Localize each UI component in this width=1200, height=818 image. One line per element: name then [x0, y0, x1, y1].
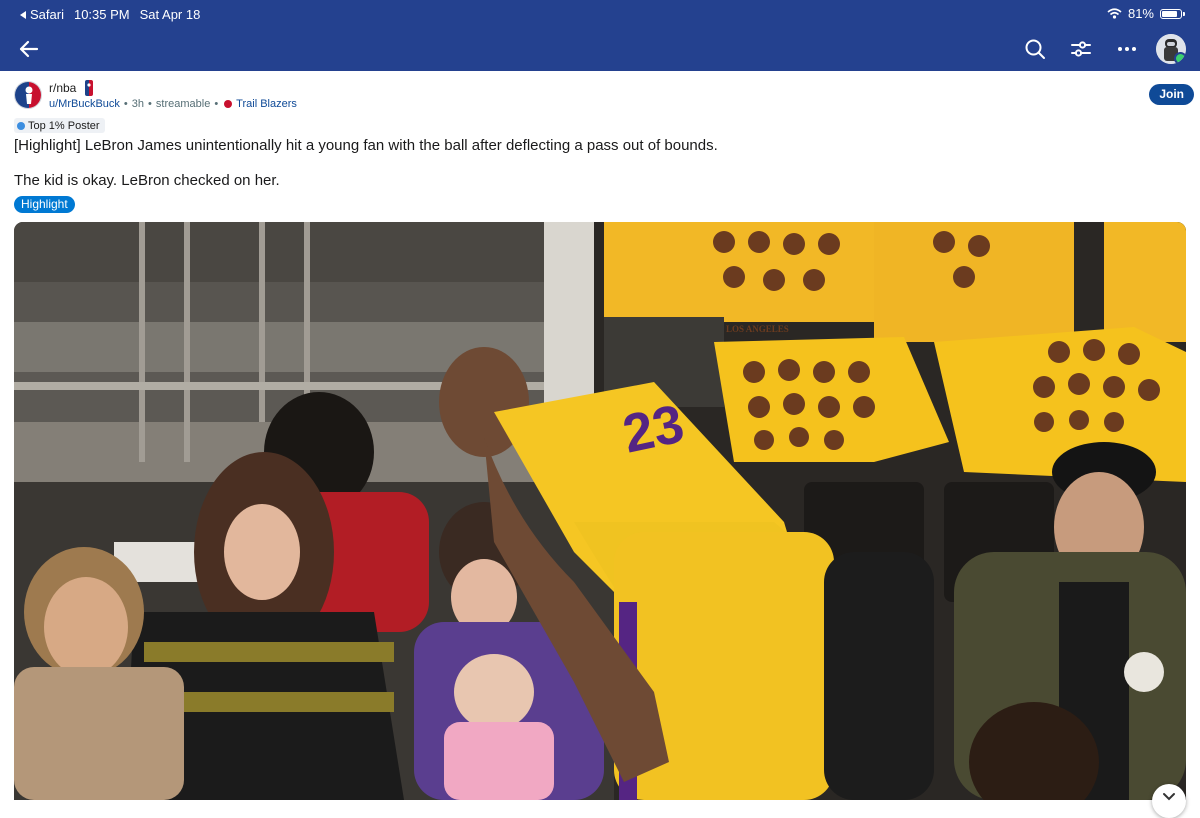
filter-button[interactable] [1064, 32, 1098, 66]
app-header: Safari 10:35 PM Sat Apr 18 81% [0, 0, 1200, 71]
status-date: Sat Apr 18 [139, 7, 201, 22]
join-button[interactable]: Join [1149, 84, 1194, 105]
shirt-print-text: LOS ANGELES [726, 324, 789, 334]
jersey-number: 23 [618, 393, 689, 464]
separator-dot: • [148, 98, 152, 110]
post-header: r/nba u/MrBuckBuck • 3h • streamable • T… [14, 80, 1194, 120]
chevron-down-icon [1163, 793, 1175, 801]
user-avatar[interactable] [1156, 34, 1186, 64]
wifi-icon [1107, 8, 1122, 19]
video-player[interactable]: LOS ANGELES 23 [14, 222, 1186, 800]
trail-blazers-icon [224, 100, 233, 108]
scroll-down-button[interactable] [1152, 784, 1186, 818]
status-time: 10:35 PM [73, 7, 130, 22]
nba-logo-icon [15, 82, 41, 108]
post-meta: u/MrBuckBuck • 3h • streamable • Trail B… [49, 98, 297, 110]
video-frame: LOS ANGELES 23 [14, 222, 1186, 800]
top-poster-badge: Top 1% Poster [14, 118, 105, 133]
nba-subreddit-logo-icon[interactable] [14, 81, 42, 109]
poster-badge-label: Top 1% Poster [28, 119, 100, 132]
separator-dot: • [214, 98, 219, 110]
post-flair-tag[interactable]: Highlight [14, 196, 75, 213]
user-flair: Trail Blazers [236, 98, 297, 110]
badge-icon [17, 121, 25, 130]
back-arrow-icon[interactable] [16, 36, 42, 62]
author-link[interactable]: u/MrBuckBuck [49, 98, 120, 110]
status-bar: Safari 10:35 PM Sat Apr 18 81% [0, 0, 1200, 28]
nba-badge-icon [85, 80, 93, 96]
post-body: The kid is okay. LeBron checked on her. [14, 172, 280, 189]
subreddit-name[interactable]: r/nba [49, 81, 76, 95]
post-title[interactable]: [Highlight] LeBron James unintentionally… [14, 137, 1184, 154]
status-app-name: Safari [30, 7, 64, 22]
more-icon [1118, 47, 1136, 51]
filter-icon [1071, 41, 1091, 57]
back-triangle-icon [20, 10, 26, 19]
more-button[interactable] [1110, 32, 1144, 66]
back-to-app-link[interactable]: Safari [20, 7, 64, 22]
battery-percent: 81% [1127, 6, 1154, 21]
nav-bar [0, 28, 1200, 71]
search-icon [1025, 39, 1045, 59]
post-age: 3h [131, 98, 145, 110]
battery-icon [1160, 8, 1185, 19]
post-source: streamable [155, 98, 211, 110]
search-button[interactable] [1018, 32, 1052, 66]
online-status-dot [1174, 52, 1186, 64]
separator-dot: • [123, 98, 128, 110]
